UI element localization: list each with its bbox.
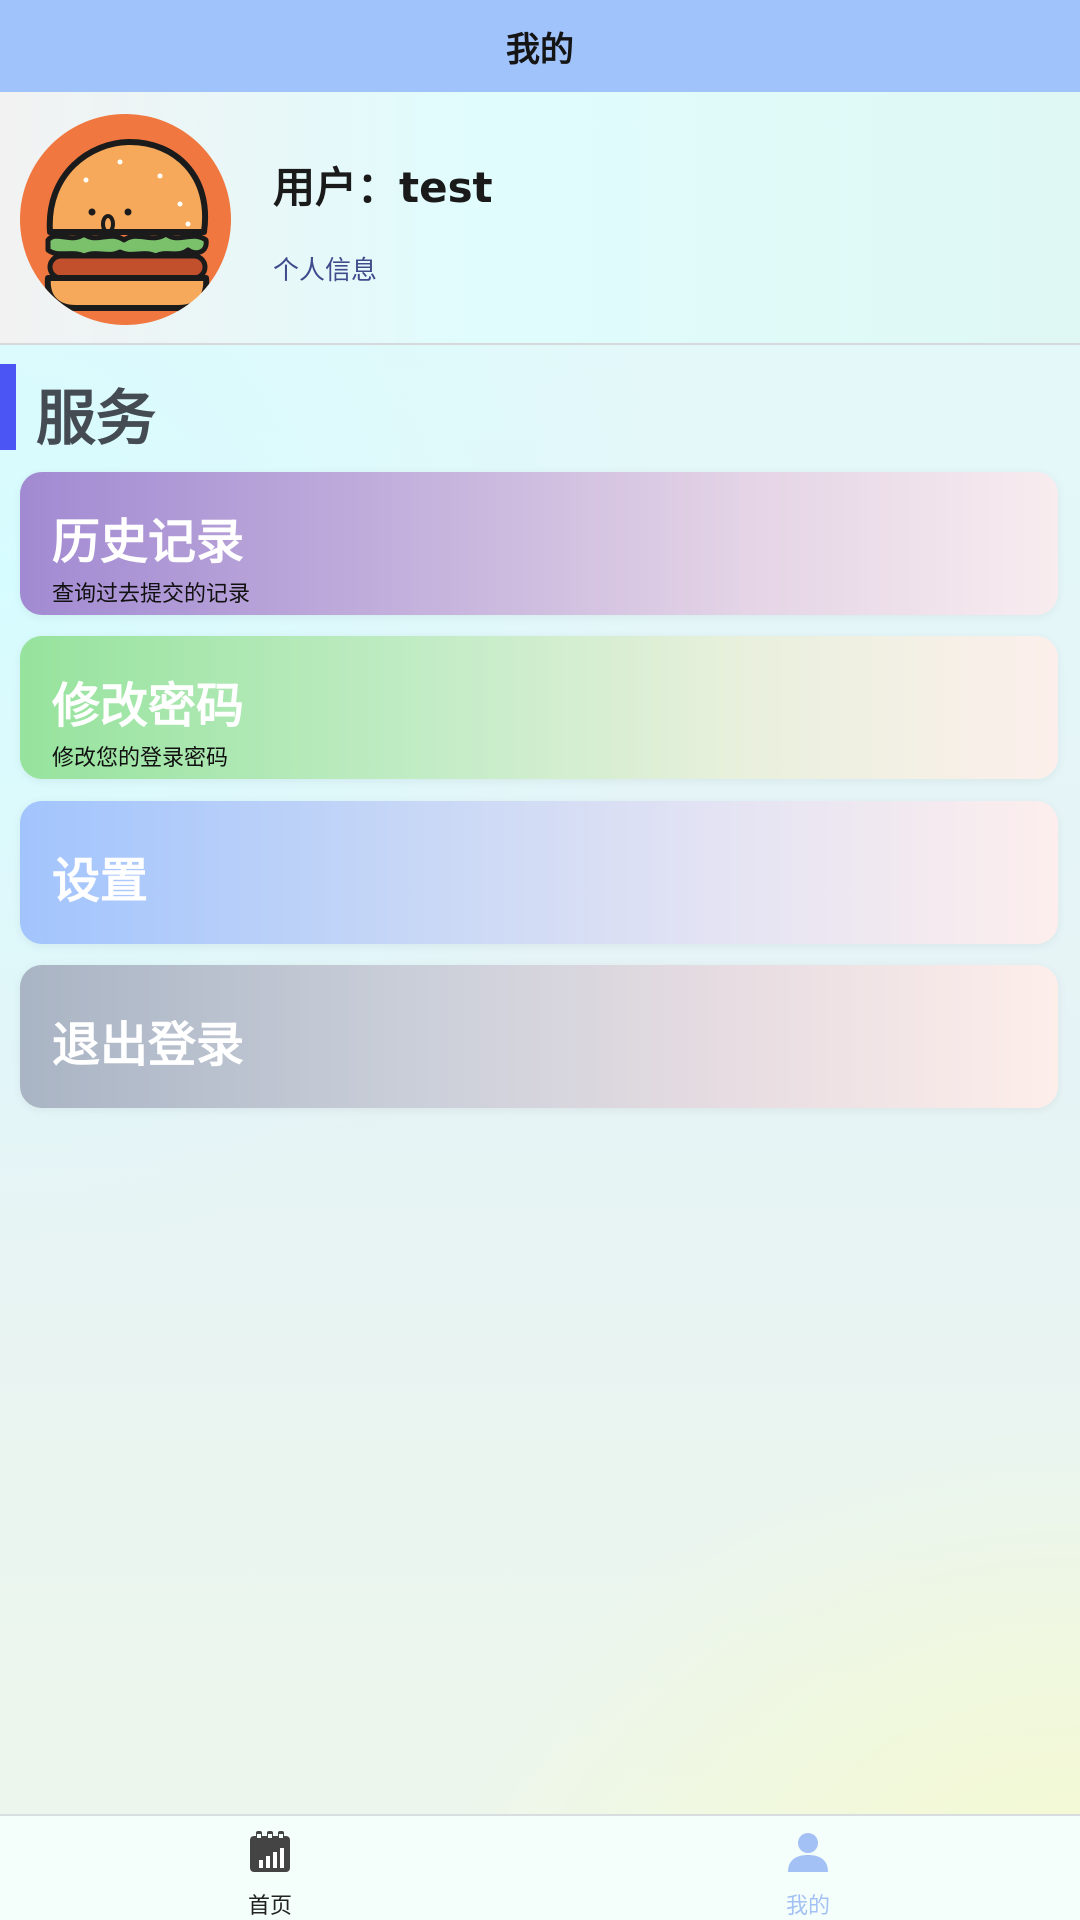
card-title: 退出登录 [52, 1017, 245, 1073]
card-title: 历史记录 [52, 514, 245, 570]
bottom-tab-bar: 首页 我的 [0, 1814, 1080, 1920]
card-subtitle: 查询过去提交的记录 [52, 582, 251, 607]
card-subtitle: 修改您的登录密码 [52, 746, 229, 771]
nav-header: 我的 [0, 0, 1080, 92]
user-icon [788, 1833, 828, 1872]
card-title: 修改密码 [52, 678, 245, 734]
tab-label: 我的 [785, 1894, 830, 1919]
settings-card[interactable]: 设置 [20, 801, 1058, 944]
burger-avatar-icon [44, 139, 210, 311]
chart-calendar-icon [250, 1831, 290, 1872]
section-accent-bar [0, 364, 16, 450]
page-title: 我的 [506, 29, 574, 70]
avatar[interactable] [20, 114, 231, 325]
tab-label: 首页 [247, 1894, 292, 1919]
username: 用户：test [273, 163, 493, 212]
profile-panel: 用户：test 个人信息 [0, 92, 1080, 345]
tab-mine[interactable]: 我的 [708, 1816, 908, 1920]
personal-info-link[interactable]: 个人信息 [273, 250, 377, 287]
tab-home[interactable]: 首页 [170, 1816, 370, 1920]
logout-card[interactable]: 退出登录 [20, 965, 1058, 1108]
history-card[interactable]: 历史记录 查询过去提交的记录 [20, 472, 1058, 615]
card-title: 设置 [52, 853, 149, 909]
change-password-card[interactable]: 修改密码 修改您的登录密码 [20, 636, 1058, 779]
section-title: 服务 [36, 384, 156, 454]
